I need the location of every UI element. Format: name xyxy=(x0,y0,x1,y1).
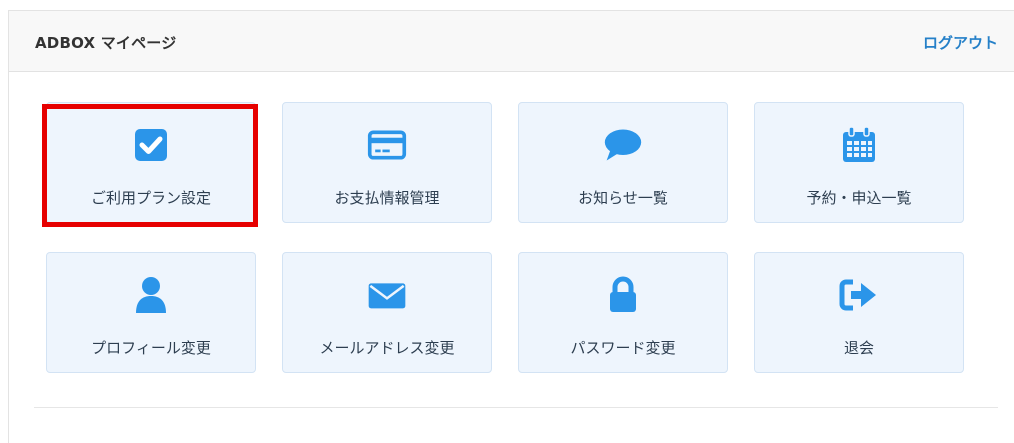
user-icon xyxy=(131,277,171,313)
menu-tile-withdraw[interactable]: 退会 xyxy=(754,252,964,373)
header: ADBOX マイページ ログアウト xyxy=(9,11,1014,72)
menu-tile-label: 退会 xyxy=(843,339,874,357)
menu-tile-label: 予約・申込一覧 xyxy=(806,189,912,207)
logout-link[interactable]: ログアウト xyxy=(923,32,998,53)
credit-card-icon xyxy=(367,127,407,163)
envelope-icon xyxy=(367,277,407,313)
speech-bubble-icon xyxy=(603,127,643,163)
menu-tile-label: ご利用プラン設定 xyxy=(90,189,211,207)
menu-tile-label: お知らせ一覧 xyxy=(578,189,668,207)
divider xyxy=(34,407,998,408)
menu-tile-notices[interactable]: お知らせ一覧 xyxy=(518,102,728,223)
sign-out-icon xyxy=(839,277,879,313)
mypage-panel: ADBOX マイページ ログアウト xyxy=(8,10,1014,443)
menu-tile-email-change[interactable]: メールアドレス変更 xyxy=(282,252,492,373)
menu-tile-label: メールアドレス変更 xyxy=(319,339,455,357)
menu-tile-label: パスワード変更 xyxy=(570,339,676,357)
menu-tile-plan-settings[interactable]: ご利用プラン設定 xyxy=(46,102,256,223)
menu-tile-label: プロフィール変更 xyxy=(91,339,211,357)
calendar-icon xyxy=(839,126,879,163)
lock-icon xyxy=(603,276,643,313)
menu-tile-reservations[interactable]: 予約・申込一覧 xyxy=(754,102,964,223)
menu-tile-label: お支払情報管理 xyxy=(334,189,440,207)
menu-tile-password-change[interactable]: パスワード変更 xyxy=(518,252,728,373)
page-title: ADBOX マイページ xyxy=(35,34,177,52)
menu-tile-profile-change[interactable]: プロフィール変更 xyxy=(46,252,256,373)
menu-tile-payment-info[interactable]: お支払情報管理 xyxy=(282,102,492,223)
checkbox-icon xyxy=(131,127,171,163)
